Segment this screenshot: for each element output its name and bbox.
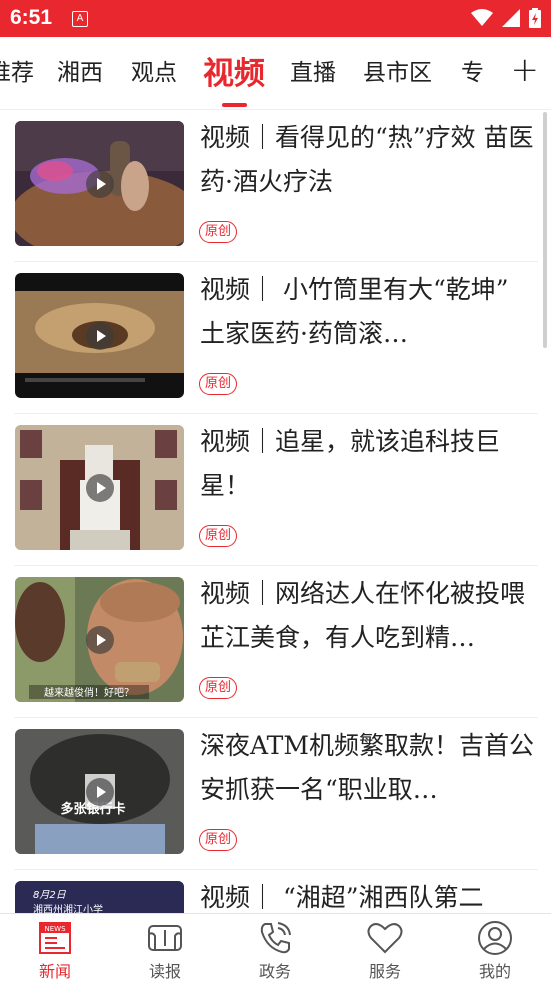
nav-profile[interactable]: 我的 bbox=[455, 920, 535, 982]
original-badge: 原创 bbox=[199, 677, 238, 699]
news-item[interactable]: 多张银行卡 深夜ATM机频繁取款！吉首公安抓获一名“职业取… 原创 bbox=[14, 718, 538, 870]
news-title[interactable]: 视频｜追星，就该追科技巨星！ bbox=[200, 420, 534, 508]
nav-newspaper-label: 读报 bbox=[148, 962, 181, 981]
nav-newspaper[interactable]: 读报 bbox=[125, 920, 205, 982]
thumb-caption: 湘西州湘江小学 bbox=[33, 903, 103, 913]
nav-profile-label: 我的 bbox=[478, 962, 511, 981]
svg-text:NEWS: NEWS bbox=[44, 925, 66, 933]
thumb-caption: 8月2日 bbox=[33, 890, 67, 901]
play-icon bbox=[86, 322, 114, 350]
tab-live[interactable]: 直播 bbox=[290, 53, 336, 87]
add-channel-icon[interactable]: + bbox=[511, 53, 540, 87]
tab-xiangxi[interactable]: 湘西 bbox=[57, 53, 103, 87]
tab-special[interactable]: 专 bbox=[461, 53, 484, 87]
video-thumbnail[interactable] bbox=[15, 425, 184, 550]
news-icon: NEWS bbox=[39, 922, 71, 954]
news-title[interactable]: 视频｜看得见的“热”疗效 苗医药·酒火疗法 bbox=[200, 116, 534, 204]
feed-scrollbar[interactable] bbox=[543, 112, 547, 348]
news-feed[interactable]: 视频｜看得见的“热”疗效 苗医药·酒火疗法 原创 视频｜ 小竹筒里有大“乾坤” … bbox=[0, 110, 551, 913]
heart-icon bbox=[367, 923, 403, 954]
video-thumbnail[interactable] bbox=[15, 273, 184, 398]
nav-government[interactable]: 政务 bbox=[235, 920, 315, 982]
video-thumbnail[interactable]: 8月2日 湘西州湘江小学 bbox=[15, 881, 184, 913]
video-thumbnail[interactable]: 多张银行卡 bbox=[15, 729, 184, 854]
news-title[interactable]: 视频｜ “湘超”湘西队第二 bbox=[200, 876, 534, 913]
signal-icon bbox=[501, 8, 520, 27]
tab-recommend[interactable]: 推荐 bbox=[0, 53, 34, 87]
active-tab-indicator bbox=[222, 103, 247, 107]
original-badge: 原创 bbox=[199, 373, 238, 395]
channel-tabs: 推荐 湘西 观点 视频 直播 县市区 专 + bbox=[0, 37, 551, 110]
news-item[interactable]: 视频｜看得见的“热”疗效 苗医药·酒火疗法 原创 bbox=[14, 110, 538, 262]
news-item[interactable]: 越来越俊俏！好吧？ 视频｜网络达人在怀化被投喂芷江美食，有人吃到精… 原创 bbox=[14, 566, 538, 718]
play-icon bbox=[86, 778, 114, 806]
battery-icon bbox=[529, 7, 541, 28]
thumb-caption: 越来越俊俏！好吧？ bbox=[44, 686, 134, 699]
wifi-icon bbox=[470, 8, 493, 26]
nav-services[interactable]: 服务 bbox=[345, 920, 425, 982]
bottom-navigation: NEWS 新闻 读报 政务 服务 我的 bbox=[0, 913, 551, 982]
video-thumbnail[interactable]: 越来越俊俏！好吧？ bbox=[15, 577, 184, 702]
tab-opinion[interactable]: 观点 bbox=[131, 53, 177, 87]
original-badge: 原创 bbox=[199, 829, 238, 851]
play-icon bbox=[86, 170, 114, 198]
play-icon bbox=[86, 474, 114, 502]
tab-video[interactable]: 视频 bbox=[203, 48, 265, 93]
phone-icon bbox=[260, 922, 291, 954]
nav-news-label: 新闻 bbox=[38, 962, 71, 981]
original-badge: 原创 bbox=[199, 525, 238, 547]
app-notification-icon: A bbox=[72, 11, 88, 27]
news-item[interactable]: 视频｜ 小竹筒里有大“乾坤” 土家医药·药筒滚… 原创 bbox=[14, 262, 538, 414]
play-icon bbox=[86, 626, 114, 654]
status-icons bbox=[467, 7, 541, 29]
news-item[interactable]: 视频｜追星，就该追科技巨星！ 原创 bbox=[14, 414, 538, 566]
news-title[interactable]: 视频｜网络达人在怀化被投喂芷江美食，有人吃到精… bbox=[200, 572, 534, 660]
nav-news[interactable]: NEWS 新闻 bbox=[15, 920, 95, 982]
status-time: 6:51 bbox=[10, 6, 53, 29]
news-title[interactable]: 视频｜ 小竹筒里有大“乾坤” 土家医药·药筒滚… bbox=[200, 268, 534, 356]
nav-government-label: 政务 bbox=[258, 962, 291, 981]
user-icon bbox=[478, 921, 512, 955]
video-thumbnail[interactable] bbox=[15, 121, 184, 246]
original-badge: 原创 bbox=[199, 221, 238, 243]
status-bar: 6:51 A bbox=[0, 0, 551, 37]
news-item[interactable]: 8月2日 湘西州湘江小学 视频｜ “湘超”湘西队第二 bbox=[14, 870, 538, 913]
nav-services-label: 服务 bbox=[368, 962, 401, 981]
newspaper-icon bbox=[148, 925, 182, 951]
tab-counties[interactable]: 县市区 bbox=[363, 53, 432, 87]
news-title[interactable]: 深夜ATM机频繁取款！吉首公安抓获一名“职业取… bbox=[200, 724, 534, 812]
